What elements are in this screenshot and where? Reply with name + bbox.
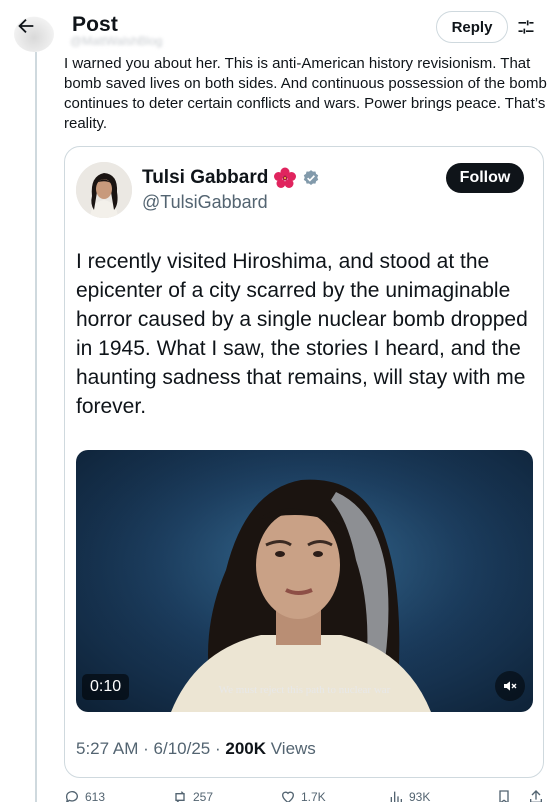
bar-chart-icon [390, 791, 402, 802]
verified-badge-icon [304, 170, 319, 185]
repost-icon [175, 791, 185, 802]
video-player[interactable]: 0:10 We must reject this path to nuclear… [76, 450, 533, 712]
bookmark-icon [499, 790, 509, 802]
author-name[interactable]: Tulsi Gabbard [142, 167, 268, 189]
repost-action[interactable]: 257 [172, 789, 213, 802]
video-caption: We must reject this path to nuclear war [218, 684, 391, 696]
sliders-icon [518, 20, 534, 34]
views-label: Views [270, 739, 316, 758]
header-bar: @MattWalshBlog Post Reply [0, 0, 560, 52]
filter-button[interactable] [512, 13, 540, 41]
like-count: 1.7K [301, 790, 326, 802]
views-action[interactable]: 93K [388, 789, 430, 802]
arrow-left-icon [18, 18, 34, 34]
like-action[interactable]: 1.7K [280, 789, 326, 802]
heart-icon [281, 791, 295, 802]
avatar[interactable] [76, 162, 132, 218]
author-handle[interactable]: @TulsiGabbard [142, 192, 268, 213]
reply-action[interactable]: 613 [64, 789, 105, 802]
follow-button[interactable]: Follow [446, 163, 524, 193]
speaker-muted-icon [504, 681, 517, 691]
bookmark-action[interactable] [496, 789, 512, 802]
author-row: Tulsi Gabbard [142, 167, 320, 189]
share-icon [530, 790, 542, 802]
repost-count: 257 [193, 790, 214, 802]
video-frame [76, 450, 533, 712]
quoted-post-text: I recently visited Hiroshima, and stood … [76, 250, 528, 418]
action-bar: 613 257 1.7K 93K [64, 789, 548, 802]
reply-count: 613 [85, 790, 106, 802]
reply-button[interactable]: Reply [436, 11, 508, 43]
thread-line [35, 52, 37, 802]
post-time[interactable]: 5:27 AM [76, 739, 138, 758]
hibiscus-icon [274, 167, 297, 188]
mute-button[interactable] [495, 671, 525, 701]
post-date[interactable]: 6/10/25 [154, 739, 211, 758]
share-action[interactable] [528, 789, 544, 802]
separator: · [214, 739, 221, 758]
back-button[interactable] [6, 6, 46, 46]
separator: · [143, 739, 149, 758]
comment-icon [65, 791, 78, 802]
views-count-action: 93K [409, 790, 431, 802]
reply-text: I warned you about her. This is anti-Ame… [64, 55, 547, 132]
profile-photo [76, 162, 132, 218]
post-metadata: 5:27 AM · 6/10/25 · 200K Views [76, 739, 316, 759]
quoted-post[interactable]: Tulsi Gabbard @TulsiGabbard Follow I rec… [64, 146, 544, 778]
views-count: 200K [225, 739, 267, 758]
page-title: Post [72, 13, 118, 36]
